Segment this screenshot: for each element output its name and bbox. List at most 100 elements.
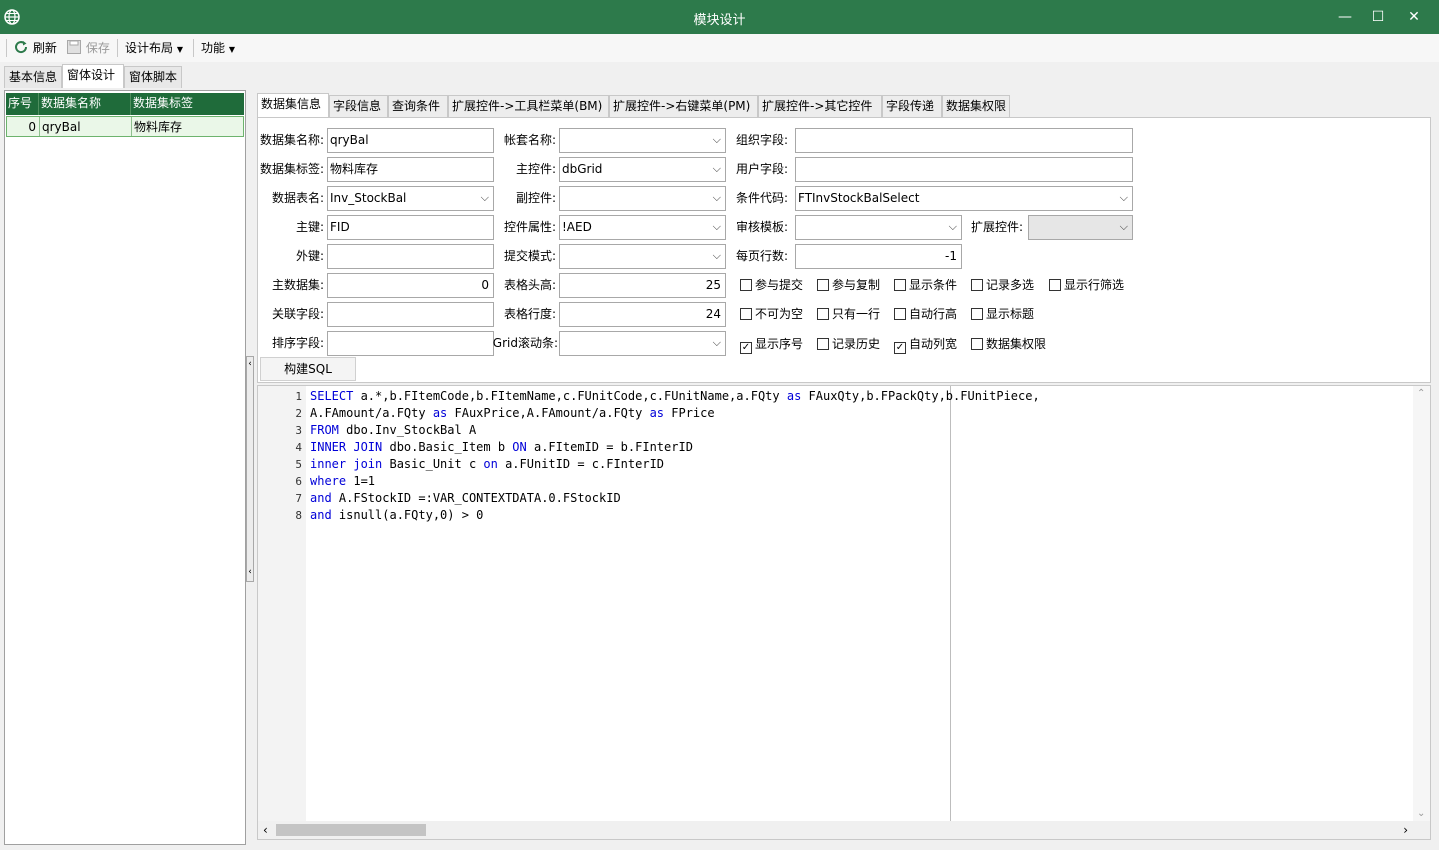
dataset-label-field[interactable]: 物料库存 [327, 157, 494, 182]
sql-keyword: as [432, 406, 448, 420]
control-props-value: !AED [562, 220, 592, 234]
submit-mode-select[interactable]: ⌵ [559, 244, 726, 269]
checkbox-label: 记录多选 [986, 278, 1035, 292]
account-name-select[interactable]: ⌵ [559, 128, 726, 153]
collapse-left-icon[interactable]: ‹ [247, 359, 253, 369]
tab-form-script[interactable]: 窗体脚本 [124, 66, 182, 88]
sql-keyword: on [483, 457, 498, 471]
checkbox-box[interactable] [740, 279, 752, 291]
scroll-down-icon[interactable]: ⌄ [1417, 808, 1425, 819]
checkbox-multi-select[interactable]: 记录多选 [971, 276, 1034, 294]
checkbox-box[interactable] [894, 279, 906, 291]
refresh-button[interactable]: 刷新 [13, 39, 57, 57]
sql-keyword: as [649, 406, 665, 420]
minimize-button[interactable]: — [1330, 6, 1360, 28]
label-ext-control: 扩展控件: [970, 220, 1023, 234]
column-header-name[interactable]: 数据集名称 [39, 93, 131, 115]
chevron-down-icon: ⌵ [712, 191, 721, 204]
checkmark-icon[interactable]: ✓ [894, 342, 906, 354]
checkmark-icon[interactable]: ✓ [740, 342, 752, 354]
scroll-left-icon[interactable]: ‹ [263, 821, 268, 839]
chevron-down-icon: ⌵ [1119, 191, 1128, 204]
code-line: and isnull(a.FQty,0) > 0 [310, 507, 483, 524]
org-field-input[interactable] [795, 128, 1133, 153]
tab-query-condition[interactable]: 查询条件 [388, 95, 448, 117]
horizontal-scrollbar[interactable]: ‹ › [258, 821, 1430, 839]
function-menu[interactable]: 功能 ▼ [201, 39, 235, 57]
sql-text: dbo.Inv_StockBal A [338, 423, 477, 437]
chevron-down-icon: ⌵ [712, 249, 721, 262]
tab-dataset-permission[interactable]: 数据集权限 [942, 95, 1010, 117]
grid-scroll-select[interactable]: ⌵ [559, 331, 726, 356]
primary-key-field[interactable]: FID [327, 215, 494, 240]
checkbox-box[interactable] [1049, 279, 1061, 291]
scroll-up-icon[interactable]: ⌃ [1417, 388, 1425, 399]
tab-field-passing[interactable]: 字段传递 [882, 95, 942, 117]
checkbox-not-null[interactable]: 不可为空 [740, 305, 803, 323]
checkbox-box[interactable] [817, 279, 829, 291]
line-number-gutter: 1 2 3 4 5 6 7 8 [258, 386, 306, 821]
table-name-select[interactable]: Inv_StockBal ⌵ [327, 186, 494, 211]
row-name: qryBal [40, 117, 132, 136]
page-rows-field[interactable]: -1 [795, 244, 962, 269]
dataset-name-field[interactable]: qryBal [327, 128, 494, 153]
vertical-scrollbar[interactable]: ⌃ ⌄ [1413, 386, 1430, 821]
checkbox-show-row-filter[interactable]: 显示行筛选 [1049, 276, 1124, 294]
collapse-left-icon[interactable]: ‹ [247, 567, 253, 577]
checkbox-single-row[interactable]: 只有一行 [817, 305, 880, 323]
save-button[interactable]: 保存 [66, 39, 110, 57]
header-height-field[interactable]: 25 [559, 273, 726, 298]
tab-form-design[interactable]: 窗体设计 [62, 64, 124, 88]
build-sql-button[interactable]: 构建SQL [260, 357, 356, 381]
checkbox-record-history[interactable]: 记录历史 [817, 335, 880, 353]
column-header-label[interactable]: 数据集标签 [131, 93, 244, 115]
tab-dataset-info[interactable]: 数据集信息 [257, 93, 329, 117]
horizontal-scroll-thumb[interactable] [276, 824, 426, 836]
checkbox-auto-column-width[interactable]: ✓ 自动列宽 [894, 335, 957, 354]
checkbox-box[interactable] [894, 308, 906, 320]
sort-field-input[interactable] [327, 331, 494, 356]
code-line: inner join Basic_Unit c on a.FUnitID = c… [310, 456, 664, 473]
scroll-right-icon[interactable]: › [1403, 821, 1408, 839]
checkbox-box[interactable] [971, 338, 983, 350]
checkbox-show-index[interactable]: ✓ 显示序号 [740, 335, 803, 354]
grid-header: 序号 数据集名称 数据集标签 [6, 93, 244, 115]
tab-other-controls[interactable]: 扩展控件->其它控件 [758, 95, 882, 117]
row-height-field[interactable]: 24 [559, 302, 726, 327]
checkbox-show-condition[interactable]: 显示条件 [894, 276, 957, 294]
table-row[interactable]: 0 qryBal 物料库存 [6, 116, 244, 137]
design-layout-menu[interactable]: 设计布局 ▼ [125, 39, 183, 57]
row-index: 0 [7, 117, 40, 136]
checkbox-auto-row-height[interactable]: 自动行高 [894, 305, 957, 323]
checkbox-box[interactable] [817, 338, 829, 350]
tab-context-menu[interactable]: 扩展控件->右键菜单(PM) [609, 95, 758, 117]
audit-template-select[interactable]: ⌵ [795, 215, 962, 240]
condition-code-select[interactable]: FTInvStockBalSelect ⌵ [795, 186, 1133, 211]
panel-splitter[interactable]: ‹ ‹ [246, 356, 254, 582]
control-props-select[interactable]: !AED ⌵ [559, 215, 726, 240]
table-name-value: Inv_StockBal [330, 191, 407, 205]
sql-text: FAuxPrice,A.FAmount/a.FQty [447, 406, 650, 420]
master-dataset-field[interactable]: 0 [327, 273, 494, 298]
checkbox-box[interactable] [817, 308, 829, 320]
column-header-index[interactable]: 序号 [6, 93, 39, 115]
tab-basic-info[interactable]: 基本信息 [4, 66, 62, 88]
checkbox-box[interactable] [740, 308, 752, 320]
maximize-button[interactable]: ☐ [1363, 6, 1393, 28]
sub-control-select[interactable]: ⌵ [559, 186, 726, 211]
checkbox-participate-copy[interactable]: 参与复制 [817, 276, 880, 294]
foreign-key-field[interactable] [327, 244, 494, 269]
checkbox-box[interactable] [971, 308, 983, 320]
checkbox-box[interactable] [971, 279, 983, 291]
link-field-input[interactable] [327, 302, 494, 327]
checkbox-show-title[interactable]: 显示标题 [971, 305, 1034, 323]
main-control-select[interactable]: dbGrid ⌵ [559, 157, 726, 182]
sql-editor[interactable]: 1 2 3 4 5 6 7 8 SELECT a.*,b.FItemCode,b.FItemN… [257, 385, 1431, 840]
ext-control-select[interactable]: ⌵ [1028, 215, 1133, 240]
checkbox-dataset-permission[interactable]: 数据集权限 [971, 335, 1046, 353]
tab-field-info[interactable]: 字段信息 [329, 95, 388, 117]
close-button[interactable]: ✕ [1399, 6, 1429, 28]
user-field-input[interactable] [795, 157, 1133, 182]
checkbox-participate-submit[interactable]: 参与提交 [740, 276, 803, 294]
tab-toolbar-menu[interactable]: 扩展控件->工具栏菜单(BM) [448, 95, 609, 117]
